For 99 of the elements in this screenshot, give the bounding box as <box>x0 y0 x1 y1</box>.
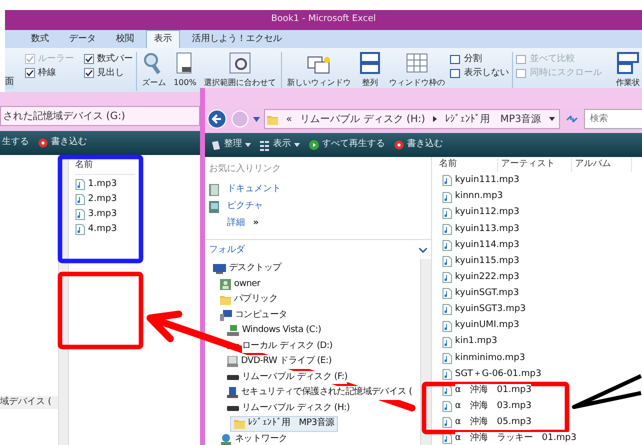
checkbox[interactable] <box>84 54 94 64</box>
audio-file-icon <box>442 352 452 364</box>
folder-icon <box>234 418 245 430</box>
disc-drive-icon <box>227 356 238 368</box>
audio-file-icon <box>442 288 452 300</box>
drive-icon <box>227 374 239 380</box>
page-magnifier-icon <box>228 52 252 74</box>
audio-file-icon <box>442 385 452 396</box>
ribbon-button[interactable]: ウィンドウ枠の <box>387 52 447 88</box>
document-icon <box>209 184 219 196</box>
ribbon-button: 並べて比較 <box>516 52 602 66</box>
caret-icon <box>245 143 251 147</box>
chevron-icon[interactable] <box>419 248 427 254</box>
toolbar-button[interactable]: 表示 <box>260 138 300 152</box>
address-bar[interactable]: « リムーバブル ディスク (H:) ﾚｼﾞｪﾝﾄﾞ用 MP3音源 <box>264 109 560 129</box>
ribbon-tab[interactable]: 校閲 <box>108 30 142 48</box>
ribbon-button[interactable]: 整列 <box>356 52 384 88</box>
drive-icon <box>227 325 239 336</box>
file-item[interactable]: 4.mp3 <box>75 222 117 237</box>
stacked-windows-icon <box>358 52 382 74</box>
toolbar-button[interactable]: すべて再生する <box>309 138 385 152</box>
audio-file-icon <box>442 336 452 348</box>
audio-file-icon <box>442 240 452 251</box>
audio-file-icon <box>75 224 85 235</box>
tree-item[interactable]: 域デバイス ( <box>0 396 58 409</box>
toolbar-button[interactable]: 生する <box>2 136 29 150</box>
favorite-link[interactable]: ピクチャ <box>209 198 431 216</box>
save-window-icon <box>616 52 640 74</box>
address-bar[interactable]: された記憶域デバイス (G:) <box>0 106 200 126</box>
audio-file-icon <box>442 272 452 284</box>
ribbon-button[interactable]: 作業状 <box>614 52 642 88</box>
network-icon <box>220 434 232 445</box>
column-header[interactable]: 名前 <box>75 159 135 175</box>
audio-file-icon <box>442 320 452 332</box>
toolbar-button[interactable]: 整理 <box>211 138 251 152</box>
computer-icon <box>220 310 232 321</box>
checkbox-label: 枠線 <box>38 66 56 80</box>
checkbox-label: 数式バー <box>97 52 133 66</box>
checkbox[interactable] <box>84 68 94 78</box>
audio-file-icon <box>75 209 85 220</box>
user-icon <box>220 278 231 290</box>
audio-file-icon <box>442 224 452 235</box>
caret-icon[interactable] <box>253 116 260 122</box>
pages-icon <box>211 140 221 150</box>
checkbox[interactable] <box>25 68 35 78</box>
back-button-icon[interactable] <box>207 109 227 129</box>
column-header[interactable]: アーティスト <box>498 158 572 172</box>
ribbon-button[interactable]: 分割 <box>450 52 509 66</box>
disc-icon <box>394 140 404 150</box>
caret-icon <box>549 117 556 121</box>
audio-file-icon <box>442 175 452 186</box>
audio-file-icon <box>442 417 452 428</box>
checkbox-label: ルーラー <box>38 53 74 66</box>
file-item[interactable]: 1.mp3 <box>75 177 117 192</box>
caret-icon <box>294 143 300 147</box>
checkbox-label: 見出し <box>97 66 124 80</box>
ribbon-button[interactable]: 100% <box>171 52 199 88</box>
audio-file-icon <box>442 401 452 412</box>
section-title: お気に入りリンク <box>209 163 282 176</box>
audio-file-icon <box>442 192 452 203</box>
audio-file-icon <box>75 194 85 205</box>
ribbon-button[interactable]: 表示しない <box>450 66 509 80</box>
grid-icon <box>405 52 429 74</box>
toolbar-button[interactable]: 書き込む <box>38 136 87 150</box>
favorite-link[interactable]: ドキュメント <box>209 182 431 198</box>
chevron-icon <box>433 116 438 122</box>
picture-icon <box>209 201 219 213</box>
monitor-icon <box>213 264 226 274</box>
grid-icon <box>260 140 270 150</box>
ribbon-tab[interactable]: データ <box>61 30 104 48</box>
audio-file-icon <box>442 368 452 380</box>
ribbon-button: 同時にスクロール <box>516 66 602 80</box>
search-field[interactable]: 検索 <box>584 109 642 129</box>
drive-icon <box>227 406 239 411</box>
ribbon-tab[interactable]: 表示 <box>146 30 180 48</box>
window-title: Book1 - Microsoft Excel <box>271 13 376 26</box>
play-icon <box>309 140 319 150</box>
folder-icon <box>267 114 278 124</box>
file-item[interactable]: 3.mp3 <box>75 207 117 222</box>
audio-file-icon <box>442 304 452 316</box>
tree-item[interactable]: ﾚｼﾞｪﾝﾄﾞ用 MP3音源 <box>230 416 338 432</box>
section-title: フォルダ <box>209 244 245 257</box>
more-link[interactable]: 詳細 » <box>209 216 431 232</box>
column-header[interactable]: アルバム <box>572 158 632 172</box>
ribbon-button[interactable]: ズーム <box>140 52 168 88</box>
ribbon-tab[interactable]: 数式 <box>23 30 57 48</box>
ribbon-tab[interactable]: 活用しよう！エクセル <box>184 30 290 48</box>
ribbon-button-label[interactable]: 面 <box>5 76 14 89</box>
secure-drive-icon <box>227 386 238 399</box>
file-item[interactable]: 2.mp3 <box>75 192 117 207</box>
toolbar-button[interactable]: 書き込む <box>394 138 443 152</box>
audio-file-icon <box>75 179 85 190</box>
audio-file-icon <box>442 208 452 219</box>
ribbon-button[interactable]: 選択範囲に合わせて <box>202 52 278 88</box>
ribbon-button[interactable]: 新しいウィンドウ <box>285 52 353 88</box>
disc-icon <box>38 138 48 148</box>
column-header[interactable]: 名前 <box>436 158 498 172</box>
folder-icon <box>220 294 231 306</box>
audio-file-icon <box>442 256 452 268</box>
